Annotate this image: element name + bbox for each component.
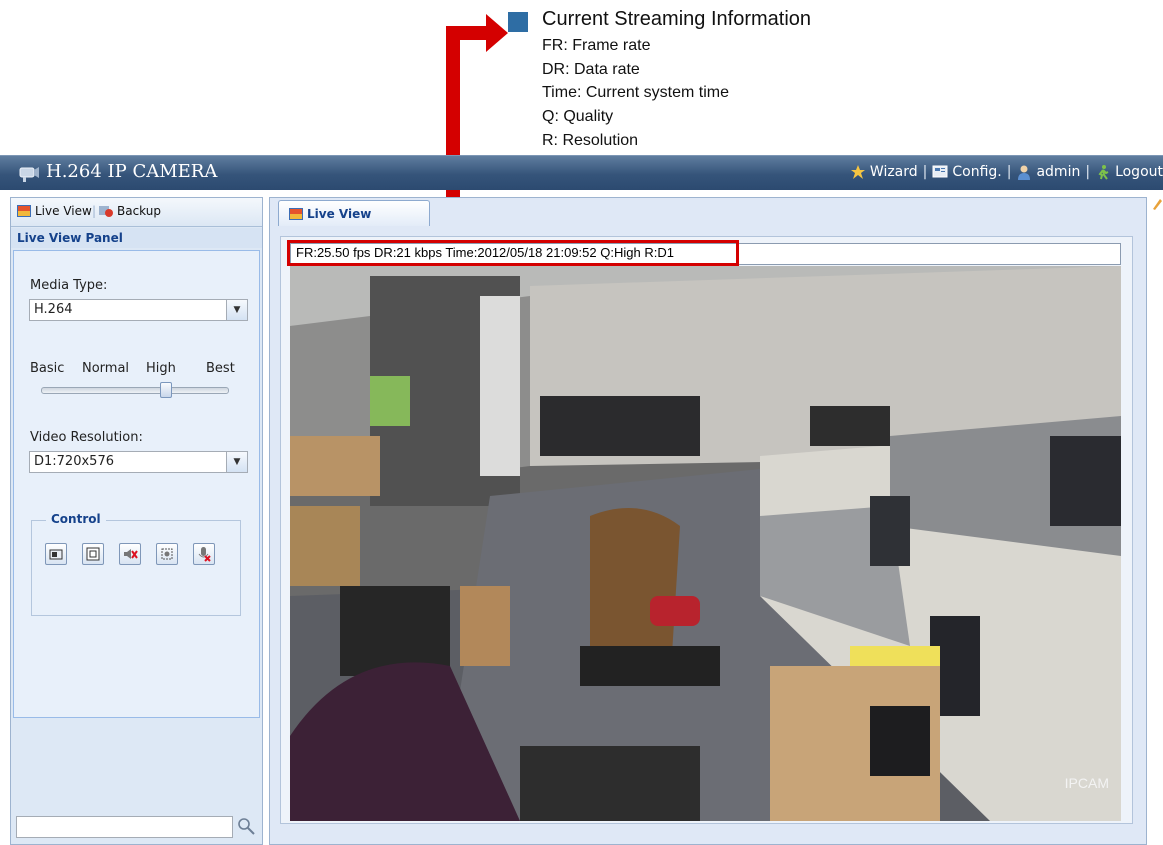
microphone-mute-button[interactable] xyxy=(193,543,215,565)
snapshot-button[interactable] xyxy=(45,543,67,565)
live-video-feed[interactable]: IPCAM xyxy=(290,266,1121,821)
wizard-link[interactable]: Wizard xyxy=(850,164,918,180)
tab-live-view-main[interactable]: Live View xyxy=(278,200,430,226)
quality-slider[interactable] xyxy=(41,382,229,398)
zoom-icon xyxy=(161,548,173,560)
user-link[interactable]: admin xyxy=(1016,164,1080,180)
logout-link[interactable]: Logout xyxy=(1095,164,1163,180)
quality-slider-thumb[interactable] xyxy=(160,382,172,398)
logout-label: Logout xyxy=(1115,164,1163,180)
camera-logo-icon xyxy=(19,167,39,182)
app-header: H.264 IP CAMERA Wizard | Config. | admin… xyxy=(0,155,1163,190)
left-panel: Live View Backup | Live View Panel Media… xyxy=(10,197,263,845)
camera-image xyxy=(290,266,1121,821)
search-icon[interactable] xyxy=(237,817,255,835)
video-resolution-value: D1:720x576 xyxy=(34,454,114,469)
control-legend: Control xyxy=(46,512,106,526)
media-type-label: Media Type: xyxy=(30,278,108,293)
wizard-label: Wizard xyxy=(869,164,918,180)
logout-icon xyxy=(1098,165,1109,180)
legend-marker-icon xyxy=(508,12,528,32)
nav-separator: | xyxy=(922,164,928,180)
tab-separator: | xyxy=(92,204,97,218)
legend-line-q: Q: Quality xyxy=(542,108,614,125)
camera-osd-label: IPCAM xyxy=(1064,775,1109,791)
user-icon xyxy=(1018,165,1031,180)
config-icon xyxy=(932,165,948,178)
tab-live-view-main-label: Live View xyxy=(307,206,372,221)
chevron-down-icon[interactable]: ▼ xyxy=(226,300,247,320)
nav-separator: | xyxy=(1085,164,1091,180)
legend-line-fr: FR: Frame rate xyxy=(542,37,651,54)
audio-mute-button[interactable] xyxy=(119,543,141,565)
top-nav: Wizard | Config. | admin | Logout xyxy=(850,164,1163,180)
collapse-edge-icon[interactable] xyxy=(1151,197,1163,211)
user-label: admin xyxy=(1036,164,1081,180)
speaker-mute-icon xyxy=(124,549,138,559)
live-view-icon xyxy=(289,207,303,220)
zoom-button[interactable] xyxy=(156,543,178,565)
left-tab-bar: Live View Backup | xyxy=(11,198,262,227)
backup-icon xyxy=(99,206,113,217)
nav-separator: | xyxy=(1006,164,1012,180)
legend-line-r: R: Resolution xyxy=(542,132,639,149)
panel-title: Live View Panel xyxy=(11,228,262,248)
tab-live-view-label: Live View xyxy=(35,204,92,218)
live-view-icon xyxy=(17,205,31,217)
legend-title: Current Streaming Information xyxy=(542,8,812,30)
quality-label-best: Best xyxy=(206,361,235,376)
video-resolution-select[interactable]: D1:720x576 ▼ xyxy=(29,451,248,473)
media-type-value: H.264 xyxy=(34,302,73,317)
snapshot-icon xyxy=(49,549,63,560)
tab-backup-label: Backup xyxy=(117,204,161,218)
wizard-icon xyxy=(850,165,865,179)
quality-label-basic: Basic xyxy=(30,361,65,376)
quality-label-high: High xyxy=(146,361,176,376)
app-title: H.264 IP CAMERA xyxy=(46,161,218,182)
legend-line-time: Time: Current system time xyxy=(542,84,729,101)
legend-line-dr: DR: Data rate xyxy=(542,61,640,78)
config-label: Config. xyxy=(952,164,1002,180)
config-link[interactable]: Config. xyxy=(932,164,1002,180)
chevron-down-icon[interactable]: ▼ xyxy=(226,452,247,472)
media-type-select[interactable]: H.264 ▼ xyxy=(29,299,248,321)
tab-backup[interactable]: Backup xyxy=(99,204,161,218)
info-highlight-box xyxy=(287,240,739,266)
fullscreen-icon xyxy=(86,547,100,561)
search-input[interactable] xyxy=(16,816,233,838)
tab-live-view[interactable]: Live View xyxy=(17,204,92,218)
fullscreen-button[interactable] xyxy=(82,543,104,565)
microphone-mute-icon xyxy=(198,547,211,562)
control-group: Control xyxy=(31,512,241,616)
quality-label-normal: Normal xyxy=(82,361,130,376)
video-resolution-label: Video Resolution: xyxy=(30,430,143,445)
search-field[interactable] xyxy=(17,818,232,838)
